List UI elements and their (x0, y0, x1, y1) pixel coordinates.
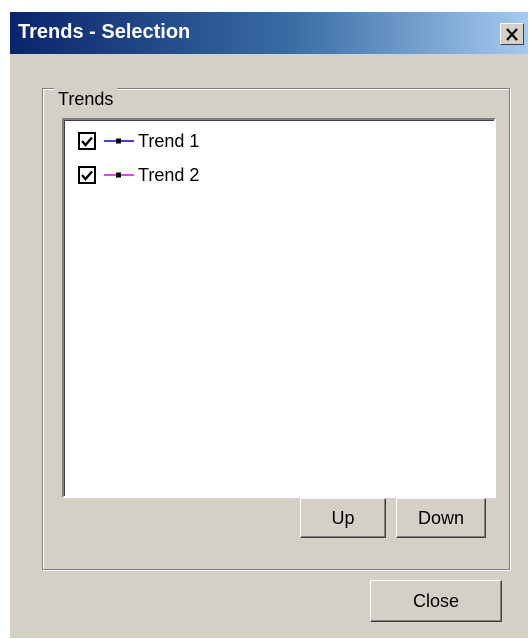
trend-2-line-swatch-icon (104, 172, 134, 178)
close-x-icon (506, 27, 518, 41)
up-button[interactable]: Up (300, 498, 386, 538)
close-window-button[interactable] (500, 23, 524, 45)
trend-1-line-swatch-icon (104, 138, 134, 144)
down-button[interactable]: Down (396, 498, 486, 538)
trend-1-checkbox[interactable] (78, 132, 96, 150)
trend-2-label: Trend 2 (138, 165, 200, 185)
dialog-window: Trends - Selection Trends Trend 1 Trend … (10, 12, 528, 638)
list-item-trend-1[interactable]: Trend 1 (78, 128, 199, 154)
title-bar[interactable]: Trends - Selection (10, 12, 528, 54)
list-item-trend-2[interactable]: Trend 2 (78, 162, 199, 188)
checkmark-icon (81, 136, 93, 147)
window-title: Trends - Selection (18, 21, 191, 43)
trends-group-label: Trends (54, 88, 118, 110)
trend-2-checkbox[interactable] (78, 166, 96, 184)
trends-listbox[interactable]: Trend 1 Trend 2 (62, 118, 496, 498)
trend-1-label: Trend 1 (138, 131, 200, 151)
checkmark-icon (81, 170, 93, 181)
close-button[interactable]: Close (370, 580, 502, 622)
